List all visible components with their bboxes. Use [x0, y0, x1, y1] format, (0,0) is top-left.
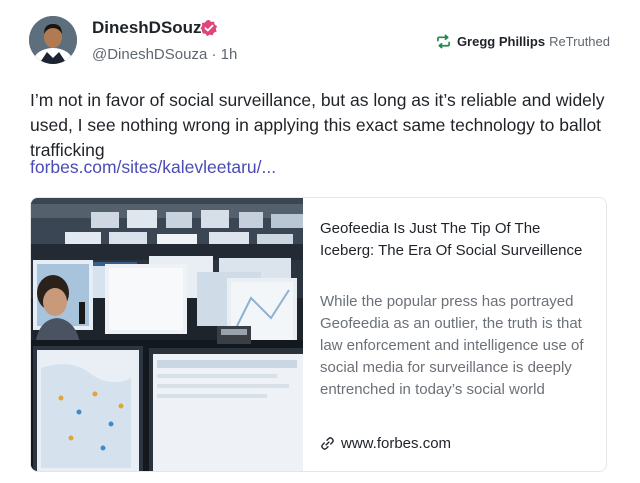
author-handle[interactable]: @DineshDSouza — [92, 46, 207, 63]
monitoring-center-photo — [31, 198, 303, 471]
card-title[interactable]: Geofeedia Is Just The Tip Of The Iceberg… — [320, 218, 590, 262]
meta-separator: · — [211, 46, 217, 63]
card-description: While the popular press has portrayed Ge… — [320, 293, 584, 398]
card-domain-row[interactable]: www.forbes.com — [320, 435, 451, 452]
avatar[interactable] — [29, 16, 77, 64]
post-body-text: I’m not in favor of social surveillance,… — [30, 90, 605, 160]
retruth-action: ReTruthed — [549, 34, 610, 49]
retruth-user-name[interactable]: Gregg Phillips — [457, 34, 545, 49]
link-icon — [321, 437, 334, 450]
post-link[interactable]: forbes.com/sites/kalevleetaru/... — [30, 157, 276, 178]
retruth-icon — [436, 34, 450, 49]
post-time[interactable]: 1h — [221, 46, 238, 63]
portrait-avatar — [29, 16, 77, 64]
verified-badge-icon — [200, 19, 218, 37]
retruth-indicator: Gregg Phillips ReTruthed — [436, 34, 610, 49]
card-image[interactable] — [31, 198, 303, 471]
post: DineshDSouza @DineshDSouza · 1h Gregg Ph… — [0, 0, 640, 483]
author-display-name[interactable]: DineshDSouza — [92, 18, 211, 38]
author-handle-line: @DineshDSouza · 1h — [92, 46, 237, 63]
card-domain: www.forbes.com — [341, 435, 452, 452]
link-preview-card[interactable]: Geofeedia Is Just The Tip Of The Iceberg… — [30, 197, 607, 472]
